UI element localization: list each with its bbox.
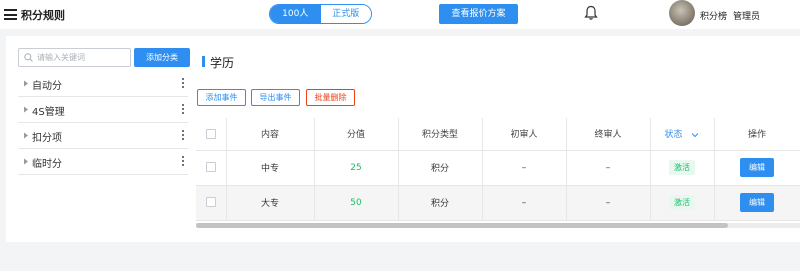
cell-content: 大专 xyxy=(226,185,315,221)
caret-right-icon xyxy=(24,158,28,165)
cell-action: 编辑 xyxy=(714,185,800,221)
caret-right-icon xyxy=(24,80,28,87)
header-final-reviewer: 终审人 xyxy=(566,118,651,151)
cell-type: 积分 xyxy=(398,150,483,186)
row-select-cell xyxy=(196,185,227,221)
cell-status: 激活 xyxy=(650,185,715,221)
user-role: 管理员 xyxy=(733,12,761,22)
table-row: 中专 25 积分 – – 激活 编辑 xyxy=(196,150,800,186)
more-icon[interactable] xyxy=(182,130,185,141)
cell-type: 积分 xyxy=(398,185,483,221)
toggle-option-official[interactable]: 正式版 xyxy=(320,5,371,23)
bell-icon[interactable] xyxy=(584,5,598,21)
category-item[interactable]: 自动分 xyxy=(18,71,188,97)
more-icon[interactable] xyxy=(182,104,185,115)
cell-final-reviewer: – xyxy=(566,185,651,221)
header-status-label: 状态 xyxy=(664,130,683,141)
more-icon[interactable] xyxy=(182,156,185,167)
header-status[interactable]: 状态 xyxy=(650,118,715,151)
category-label: 自动分 xyxy=(32,81,62,92)
header-content: 内容 xyxy=(226,118,315,151)
add-event-button[interactable]: 添加事件 xyxy=(197,89,246,106)
cell-content: 中专 xyxy=(226,150,315,186)
caret-right-icon xyxy=(24,132,28,139)
category-list: 自动分 4S管理 扣分项 临时分 xyxy=(18,71,188,175)
category-label: 4S管理 xyxy=(32,107,65,118)
user-name[interactable]: 积分榜 xyxy=(700,9,727,22)
cell-score: 50 xyxy=(314,185,399,221)
row-checkbox[interactable] xyxy=(205,197,216,208)
search-icon xyxy=(24,53,33,62)
edit-button[interactable]: 编辑 xyxy=(740,158,774,177)
category-label: 扣分项 xyxy=(32,133,62,144)
event-table: 内容 分值 积分类型 初审人 终审人 状态 操作 中专 25 积分 – – 激活… xyxy=(196,118,800,221)
export-event-button[interactable]: 导出事件 xyxy=(251,89,300,106)
select-all-checkbox[interactable] xyxy=(205,128,216,139)
horizontal-scrollbar-thumb[interactable] xyxy=(196,223,728,228)
header-type: 积分类型 xyxy=(398,118,483,151)
toggle-option-100[interactable]: 100人 xyxy=(270,5,321,23)
section-marker xyxy=(202,56,205,67)
batch-delete-button[interactable]: 批量删除 xyxy=(306,89,355,106)
cell-first-reviewer: – xyxy=(482,185,567,221)
app-title: 积分规则 xyxy=(21,9,65,22)
cell-action: 编辑 xyxy=(714,150,800,186)
table-header-row: 内容 分值 积分类型 初审人 终审人 状态 操作 xyxy=(196,118,800,151)
header-first-reviewer: 初审人 xyxy=(482,118,567,151)
main-panel: 添加分类 自动分 4S管理 扣分项 临时分 学历 添加事件 导出事件 批量删除 xyxy=(6,36,800,242)
status-badge: 激活 xyxy=(669,195,695,210)
category-label: 临时分 xyxy=(32,159,62,170)
add-category-button[interactable]: 添加分类 xyxy=(134,48,190,67)
chevron-down-icon[interactable] xyxy=(691,132,699,138)
row-checkbox[interactable] xyxy=(205,162,216,173)
search-input[interactable] xyxy=(37,51,127,64)
select-all-cell xyxy=(196,118,227,151)
row-select-cell xyxy=(196,150,227,186)
cell-final-reviewer: – xyxy=(566,150,651,186)
plan-toggle[interactable]: 100人 正式版 xyxy=(269,4,372,24)
header-score: 分值 xyxy=(314,118,399,151)
cell-score: 25 xyxy=(314,150,399,186)
cell-status: 激活 xyxy=(650,150,715,186)
category-search[interactable] xyxy=(18,48,131,67)
top-header: 积分规则 100人 正式版 查看报价方案 积分榜 管理员 xyxy=(0,0,800,29)
view-quote-button[interactable]: 查看报价方案 xyxy=(439,4,518,24)
category-item[interactable]: 扣分项 xyxy=(18,123,188,149)
avatar[interactable] xyxy=(669,0,695,26)
table-row: 大专 50 积分 – – 激活 编辑 xyxy=(196,185,800,221)
content-area: 学历 添加事件 导出事件 批量删除 内容 分值 积分类型 初审人 终审人 状态 xyxy=(196,36,800,242)
edit-button[interactable]: 编辑 xyxy=(740,193,774,212)
cell-first-reviewer: – xyxy=(482,150,567,186)
category-item[interactable]: 4S管理 xyxy=(18,97,188,123)
menu-icon[interactable] xyxy=(4,9,17,20)
section-title: 学历 xyxy=(210,56,235,70)
header-actions: 操作 xyxy=(714,118,800,151)
caret-right-icon xyxy=(24,106,28,113)
more-icon[interactable] xyxy=(182,78,185,89)
status-badge: 激活 xyxy=(669,160,695,175)
category-item[interactable]: 临时分 xyxy=(18,149,188,175)
